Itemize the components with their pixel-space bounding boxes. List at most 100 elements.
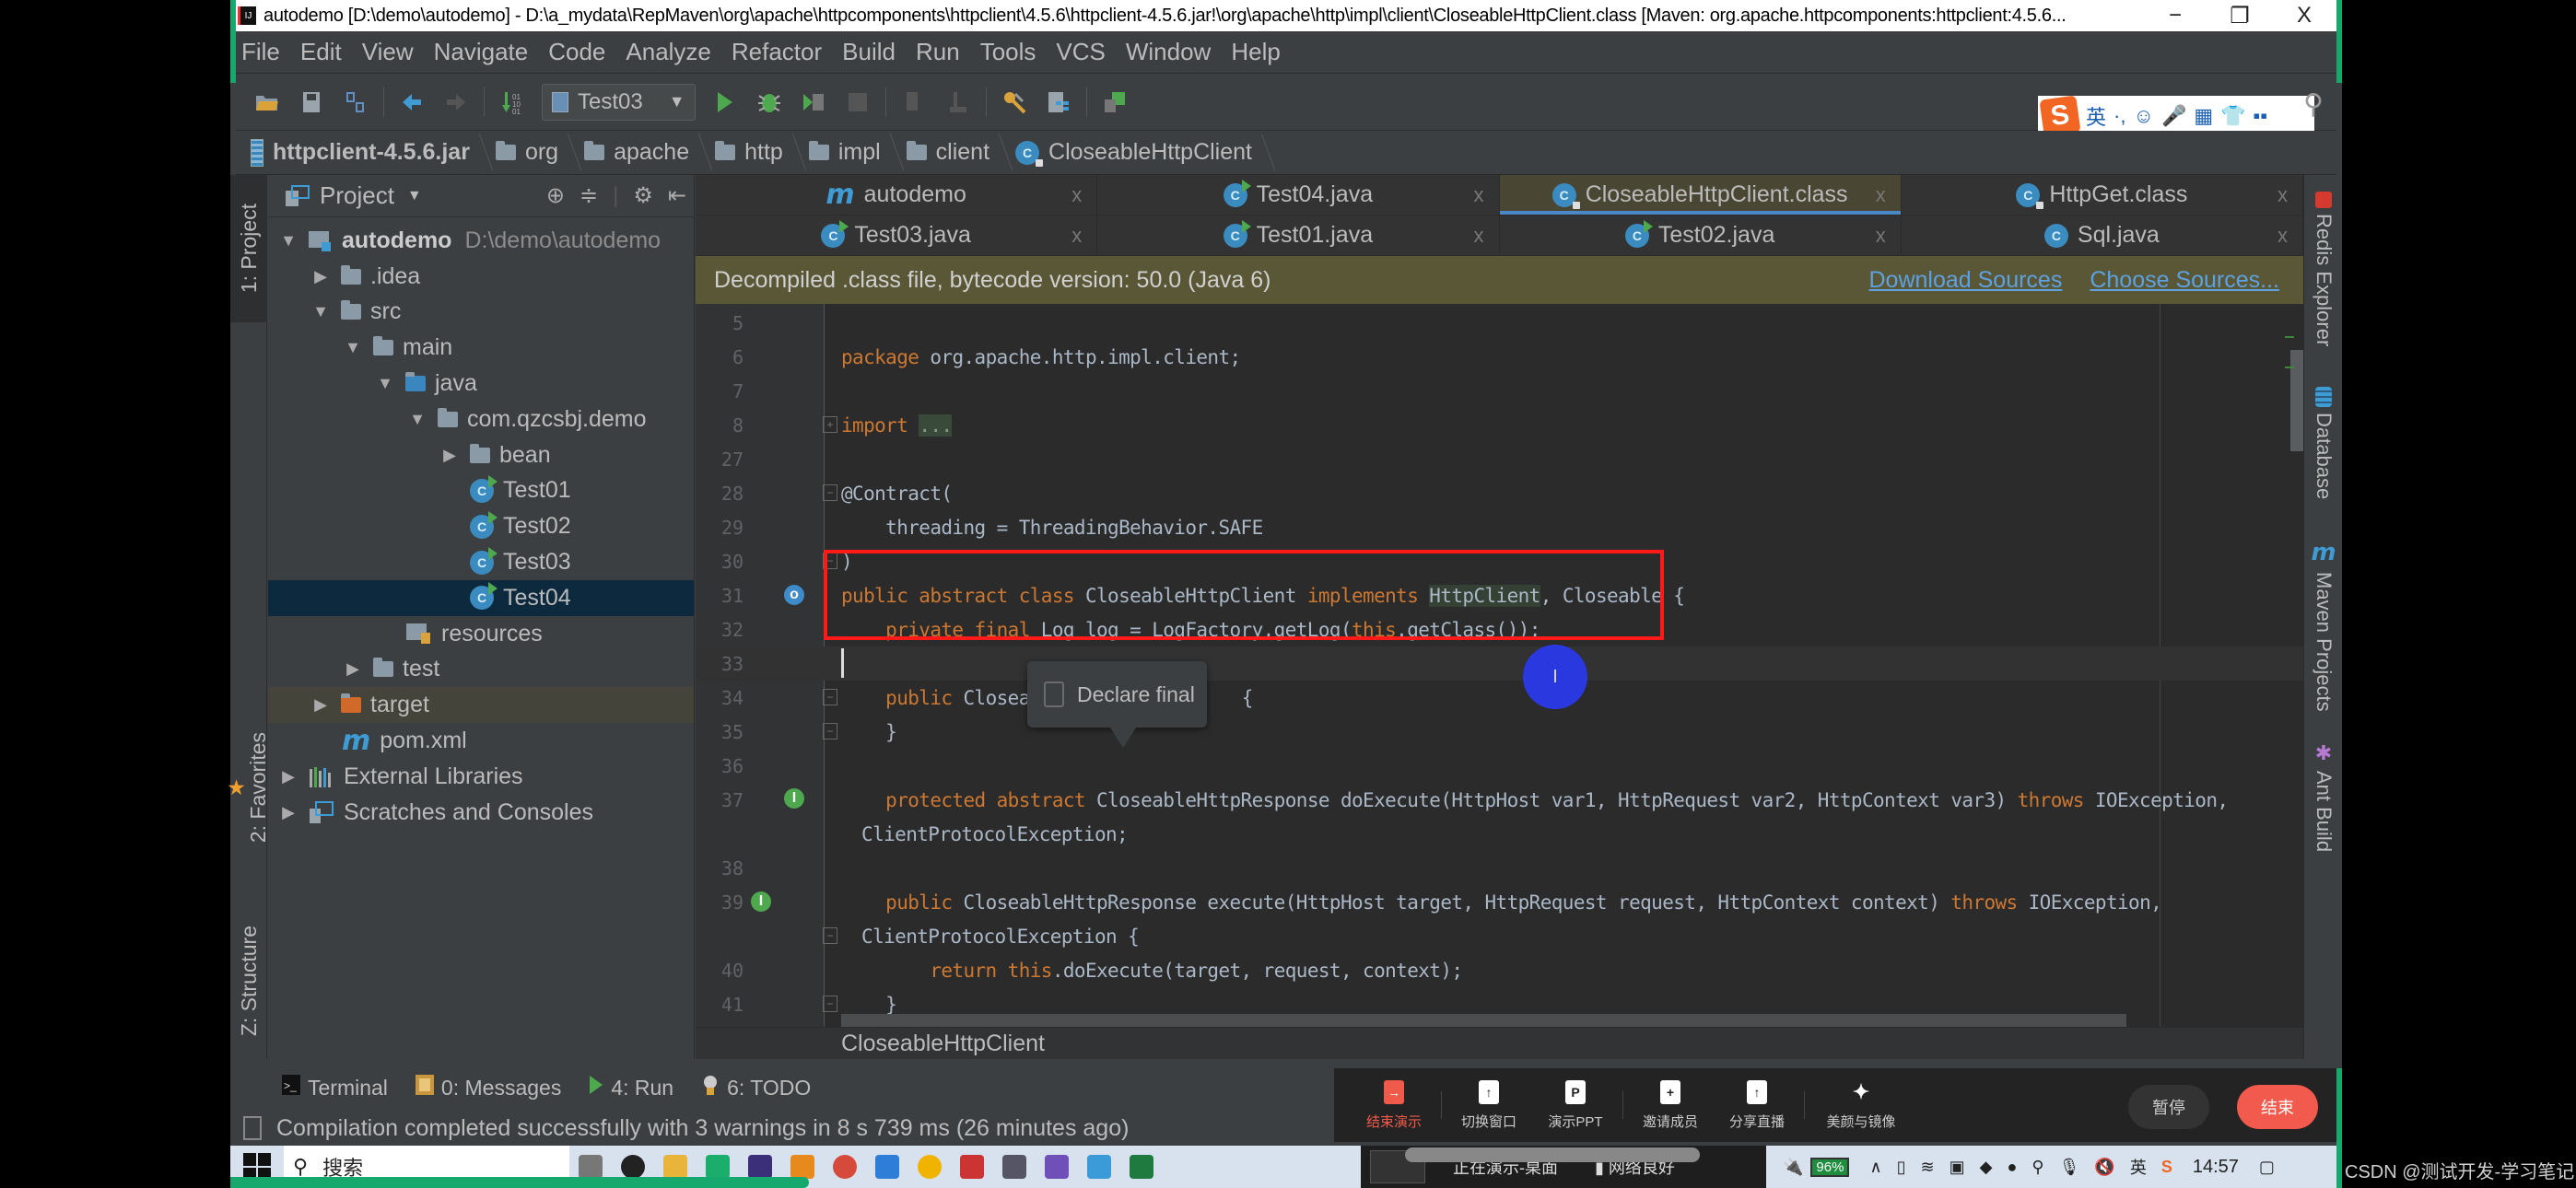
close-tab-icon[interactable]: x	[1474, 183, 1484, 207]
menu-navigate[interactable]: Navigate	[434, 38, 529, 66]
restore-button[interactable]: ❐	[2207, 3, 2272, 29]
search-everywhere-icon[interactable]: ⚲	[2303, 88, 2324, 121]
sdk-manager-icon[interactable]	[1102, 89, 1128, 115]
ime-lang-toggle[interactable]: 英	[2086, 101, 2106, 131]
editor-breadcrumb[interactable]: CloseableHttpClient	[696, 1027, 2303, 1059]
menu-help[interactable]: Help	[1231, 38, 1280, 66]
app-icon[interactable]	[1087, 1155, 1111, 1179]
tab-closeablehttpclient[interactable]: C CloseableHttpClient.class x	[1499, 175, 1902, 215]
expand-toggle[interactable]: ▼	[342, 338, 364, 357]
error-stripe-mark[interactable]	[2285, 336, 2294, 338]
qq-icon[interactable]	[621, 1155, 645, 1179]
tree-node-src[interactable]: ▼ src	[268, 295, 694, 331]
tool-run[interactable]: 4: Run	[589, 1075, 673, 1101]
menu-refactor[interactable]: Refactor	[732, 38, 822, 66]
menu-code[interactable]: Code	[548, 38, 605, 66]
tree-node-resources[interactable]: resources	[268, 616, 694, 652]
vcs-commit-icon[interactable]	[945, 89, 971, 115]
menu-edit[interactable]: Edit	[300, 38, 342, 66]
breadcrumb-jar[interactable]: httpclient-4.5.6.jar	[251, 138, 486, 167]
wifi-icon[interactable]: ≋	[1921, 1158, 1935, 1177]
fold-collapse-icon[interactable]: −	[823, 553, 837, 569]
invite-members-button[interactable]: + 邀请成员	[1629, 1079, 1712, 1131]
breadcrumb-org[interactable]: org	[495, 139, 575, 166]
gear-icon[interactable]: ⚙	[633, 182, 653, 209]
sync-icon[interactable]	[343, 89, 369, 115]
close-tab-icon[interactable]: x	[1876, 183, 1886, 207]
tree-node-pom[interactable]: m pom.xml	[268, 723, 694, 759]
tool-todo[interactable]: 6: TODO	[701, 1075, 811, 1101]
battery-indicator[interactable]: 96%	[1810, 1157, 1850, 1177]
error-stripe-mark[interactable]	[2285, 367, 2294, 368]
tree-node-idea[interactable]: ▶ .idea	[268, 259, 694, 295]
tab-autodemo[interactable]: m autodemo x	[696, 175, 1098, 215]
breadcrumb-impl[interactable]: impl	[808, 139, 897, 166]
fold-collapse-icon[interactable]: −	[823, 996, 837, 1012]
tree-node-scratches[interactable]: ▶ Scratches and Consoles	[268, 795, 694, 831]
menu-vcs[interactable]: VCS	[1056, 38, 1105, 66]
download-sources-link[interactable]: Download Sources	[1868, 267, 2062, 294]
microphone-icon[interactable]: 🎙	[2059, 1158, 2080, 1177]
chevron-up-icon[interactable]: ∧	[1869, 1158, 1881, 1177]
tree-node-target[interactable]: ▶ target	[268, 687, 694, 724]
search-tray-icon[interactable]: ⚲	[2032, 1158, 2043, 1177]
run-icon[interactable]	[712, 89, 738, 115]
tree-node-external-libraries[interactable]: ▶ External Libraries	[268, 759, 694, 795]
tray-app-icon[interactable]: ◆	[1980, 1158, 1993, 1177]
expand-toggle[interactable]: ▼	[277, 231, 299, 250]
close-tab-icon[interactable]: x	[1071, 224, 1082, 248]
notification-icon[interactable]: ▢	[2259, 1158, 2275, 1177]
ime-voice-icon[interactable]: 🎤	[2161, 104, 2186, 128]
collapse-all-icon[interactable]: ≑	[580, 182, 598, 209]
pause-button[interactable]: 暂停	[2128, 1085, 2209, 1129]
qq-tray-icon[interactable]: ●	[2008, 1158, 2018, 1177]
hide-panel-icon[interactable]: ⇤	[668, 182, 686, 209]
close-tab-icon[interactable]: x	[1071, 183, 1082, 207]
ime-punct-icon[interactable]: ·,	[2113, 104, 2125, 128]
locate-icon[interactable]: ⊕	[546, 182, 565, 209]
coverage-icon[interactable]	[801, 89, 826, 115]
expand-toggle[interactable]: ▼	[374, 374, 396, 393]
tool-window-redis[interactable]: Redis Explorer	[2304, 192, 2343, 346]
app-icon[interactable]	[1045, 1155, 1069, 1179]
chrome-icon[interactable]	[918, 1155, 942, 1179]
tree-node-main[interactable]: ▼ main	[268, 330, 694, 366]
implements-gutter-icon[interactable]: o	[784, 585, 804, 605]
tool-window-ant[interactable]: ✱ Ant Build	[2304, 741, 2343, 852]
expand-toggle[interactable]: ▶	[439, 446, 461, 465]
back-icon[interactable]	[399, 89, 425, 115]
project-view-selector[interactable]: Project	[320, 181, 394, 210]
close-tab-icon[interactable]: x	[1474, 224, 1484, 248]
tab-test04[interactable]: C Test04.java x	[1097, 175, 1500, 215]
tab-test03[interactable]: C Test03.java x	[696, 215, 1098, 255]
close-button[interactable]: X	[2272, 3, 2336, 29]
tree-node-test03[interactable]: C Test03	[268, 544, 694, 580]
expand-toggle[interactable]: ▶	[342, 659, 364, 679]
expand-toggle[interactable]: ▼	[310, 302, 332, 321]
app-icon[interactable]	[706, 1155, 730, 1179]
share-live-button[interactable]: ↑ 分享直播	[1715, 1079, 1798, 1131]
app-icon[interactable]	[790, 1155, 814, 1179]
close-tab-icon[interactable]: x	[1876, 224, 1886, 248]
forward-icon[interactable]	[443, 89, 469, 115]
chevron-down-icon[interactable]: ▼	[407, 188, 422, 204]
close-tab-icon[interactable]: x	[2277, 183, 2288, 207]
ime-emoji-icon[interactable]: ☺	[2133, 104, 2153, 128]
toggle-tool-windows-icon[interactable]	[243, 1116, 262, 1140]
fold-collapse-icon[interactable]: −	[823, 689, 837, 705]
choose-sources-link[interactable]: Choose Sources...	[2090, 267, 2279, 294]
fold-expand-icon[interactable]: +	[823, 416, 837, 433]
breadcrumb-client[interactable]: client	[906, 139, 1006, 166]
excel-icon[interactable]	[1130, 1155, 1153, 1179]
tab-test01[interactable]: C Test01.java x	[1097, 215, 1500, 255]
tree-node-package[interactable]: ▼ com.qzcsbj.demo	[268, 402, 694, 437]
switch-window-button[interactable]: ↑ 切换窗口	[1447, 1079, 1530, 1131]
tool-terminal[interactable]: >_ Terminal	[282, 1075, 388, 1101]
ime-menu-icon[interactable]: ▪▪	[2254, 104, 2268, 128]
menu-window[interactable]: Window	[1126, 38, 1211, 66]
breadcrumb-class[interactable]: C CloseableHttpClient	[1015, 139, 1269, 167]
display-icon[interactable]: ▣	[1950, 1158, 1965, 1177]
stop-icon[interactable]	[845, 89, 871, 115]
tool-window-structure[interactable]: Z: Structure	[230, 903, 267, 1059]
settings-wrench-icon[interactable]	[1001, 89, 1027, 115]
